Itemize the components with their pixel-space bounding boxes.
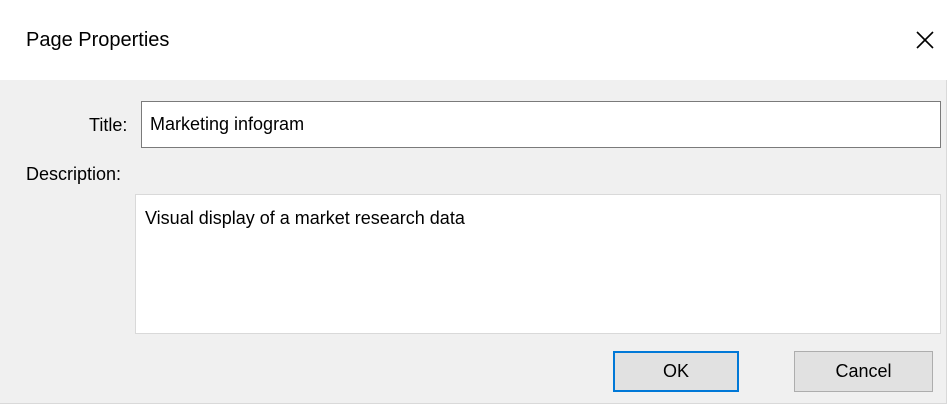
dialog-title: Page Properties — [26, 29, 170, 51]
description-textarea[interactable]: Visual display of a market research data — [135, 194, 941, 334]
dialog-titlebar: Page Properties — [0, 0, 947, 80]
page-properties-dialog: Page Properties Title: Marketing infogra… — [0, 0, 947, 404]
close-button[interactable] — [905, 20, 945, 60]
title-label: Title: — [89, 115, 128, 135]
cancel-button[interactable]: Cancel — [794, 351, 933, 392]
description-label: Description: — [26, 164, 122, 184]
title-input[interactable]: Marketing infogram — [141, 101, 941, 148]
close-icon — [916, 31, 934, 49]
ok-button[interactable]: OK — [613, 351, 739, 392]
